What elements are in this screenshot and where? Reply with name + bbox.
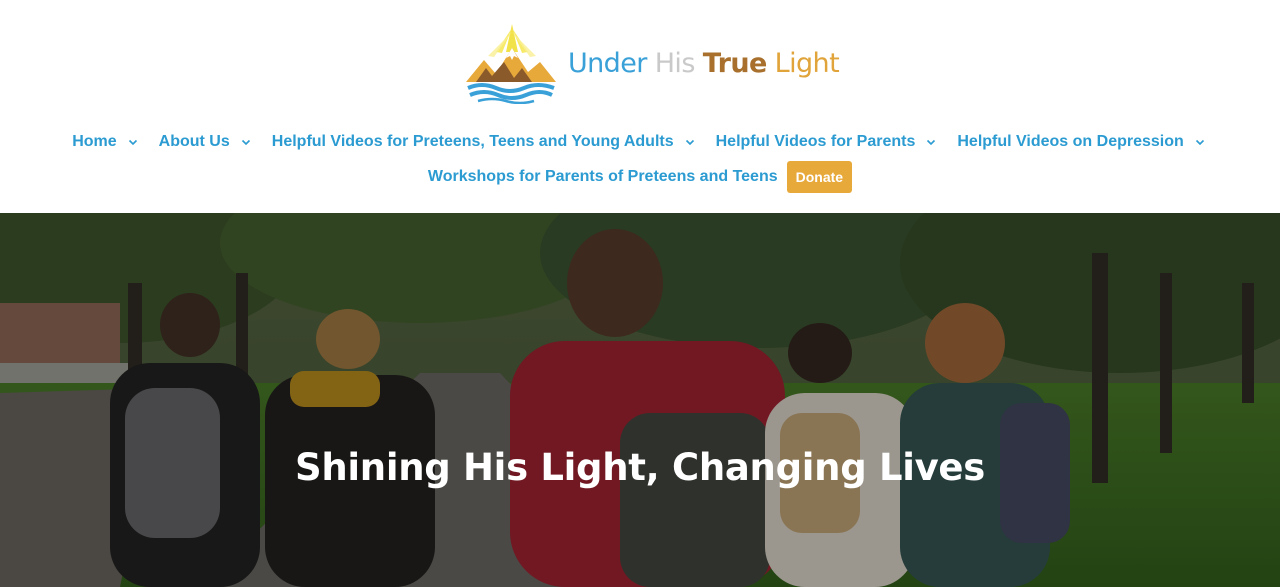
- nav-item-workshops[interactable]: Workshops for Parents of Preteens and Te…: [428, 168, 778, 186]
- logo-word-under: Under: [568, 48, 647, 79]
- nav-item-videos-teens[interactable]: Helpful Videos for Preteens, Teens and Y…: [272, 133, 698, 151]
- logo-word-light: Light: [774, 48, 840, 79]
- main-nav-row-2: Workshops for Parents of Preteens and Te…: [0, 160, 1280, 193]
- nav-item-home[interactable]: Home: [72, 133, 140, 151]
- site-logo[interactable]: Under His True Light: [462, 22, 840, 104]
- nav-item-label: About Us: [158, 133, 230, 150]
- site-header: Under His True Light Home About Us Helpf…: [0, 0, 1280, 213]
- hero-title: Shining His Light, Changing Lives: [295, 446, 985, 489]
- nav-item-videos-parents[interactable]: Helpful Videos for Parents: [716, 133, 940, 151]
- site-logo-text: Under His True Light: [568, 48, 840, 79]
- nav-item-label: Helpful Videos for Preteens, Teens and Y…: [271, 133, 674, 150]
- nav-item-about-us[interactable]: About Us: [159, 133, 254, 151]
- chevron-down-icon: [128, 139, 137, 146]
- chevron-down-icon: [927, 139, 936, 146]
- nav-item-label: Helpful Videos for Parents: [715, 133, 916, 150]
- hero-background-image: [0, 213, 1280, 587]
- nav-item-label: Workshops for Parents of Preteens and Te…: [427, 167, 778, 185]
- chevron-down-icon: [1195, 139, 1204, 146]
- nav-item-label: Helpful Videos on Depression: [957, 133, 1184, 150]
- mountain-sun-logo-icon: [466, 24, 556, 104]
- donate-button[interactable]: Donate: [786, 160, 853, 193]
- logo-word-true: True: [702, 48, 768, 79]
- logo-word-his: His: [654, 48, 696, 79]
- chevron-down-icon: [685, 139, 694, 146]
- nav-item-videos-depression[interactable]: Helpful Videos on Depression: [957, 133, 1207, 151]
- nav-item-label: Home: [72, 133, 117, 150]
- chevron-down-icon: [241, 139, 250, 146]
- hero-banner: Shining His Light, Changing Lives: [0, 213, 1280, 587]
- main-nav-row-1: Home About Us Helpful Videos for Preteen…: [0, 130, 1280, 154]
